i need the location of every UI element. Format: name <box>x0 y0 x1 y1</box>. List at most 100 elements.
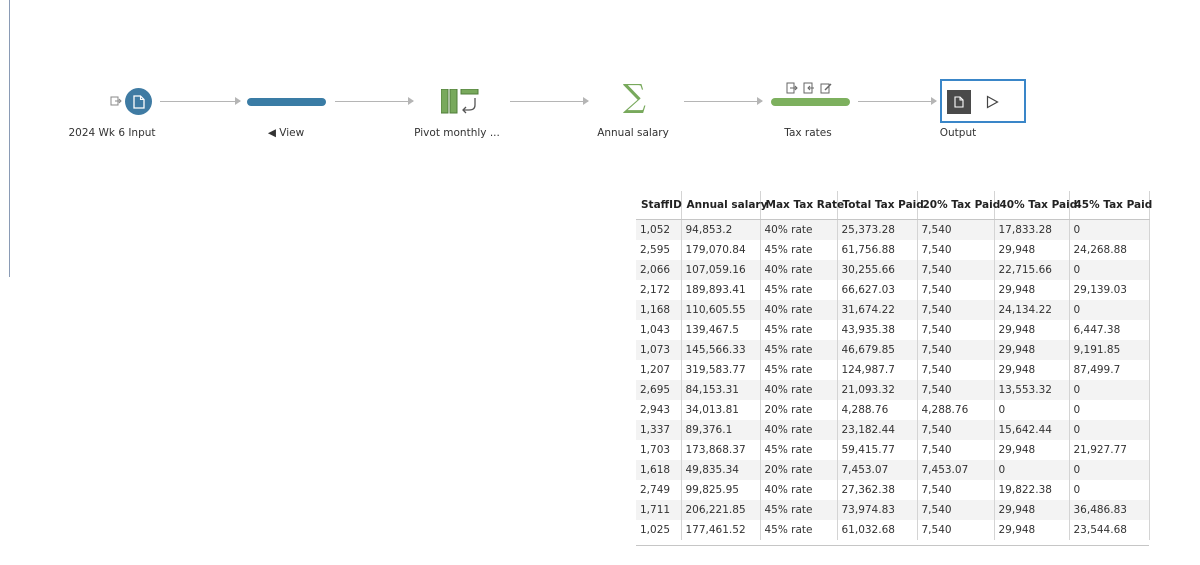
table-cell: 23,544.68 <box>1069 520 1150 540</box>
table-cell: 45% rate <box>760 340 838 360</box>
grid-header-row: StaffID Annual salary Max Tax Rate Total Ta… <box>636 191 1152 220</box>
table-cell: 49,835.34 <box>681 460 761 480</box>
table-cell: 7,453.07 <box>917 460 995 480</box>
table-cell: 13,553.32 <box>994 380 1070 400</box>
view-node[interactable] <box>247 98 326 106</box>
pivot-node-label: Pivot monthly ... <box>414 127 500 139</box>
table-cell: 1,207 <box>636 360 682 380</box>
table-cell: 2,749 <box>636 480 682 500</box>
table-cell: 29,948 <box>994 340 1070 360</box>
data-grid: StaffID Annual salary Max Tax Rate Total Ta… <box>636 191 1152 540</box>
table-cell: 7,540 <box>917 340 995 360</box>
connector-5 <box>858 97 937 105</box>
input-node-label: 2024 Wk 6 Input <box>68 127 156 139</box>
column-header[interactable]: StaffID <box>636 191 682 220</box>
table-cell: 7,540 <box>917 380 995 400</box>
column-header[interactable]: 20% Tax Paid <box>917 191 1000 220</box>
column-header[interactable]: Max Tax Rate <box>760 191 844 220</box>
table-cell: 45% rate <box>760 520 838 540</box>
table-cell: 21,927.77 <box>1069 440 1150 460</box>
table-cell: 110,605.55 <box>681 300 761 320</box>
table-cell: 45% rate <box>760 440 838 460</box>
table-cell: 0 <box>1069 380 1150 400</box>
table-cell: 0 <box>994 400 1070 420</box>
table-cell: 7,540 <box>917 240 995 260</box>
table-cell: 173,868.37 <box>681 440 761 460</box>
table-cell: 89,376.1 <box>681 420 761 440</box>
table-cell: 29,948 <box>994 320 1070 340</box>
table-cell: 7,540 <box>917 280 995 300</box>
table-cell: 40% rate <box>760 300 838 320</box>
table-row: 2,695 84,153.31 40% rate 21,093.32 7,540 13,5… <box>636 380 1150 400</box>
table-cell: 30,255.66 <box>837 260 918 280</box>
table-cell: 189,893.41 <box>681 280 761 300</box>
table-row: 1,618 49,835.34 20% rate 7,453.07 7,453.07 0 0 <box>636 460 1150 480</box>
table-cell: 179,070.84 <box>681 240 761 260</box>
table-cell: 0 <box>1069 219 1150 240</box>
table-cell: 1,337 <box>636 420 682 440</box>
table-cell: 34,013.81 <box>681 400 761 420</box>
table-cell: 23,182.44 <box>837 420 918 440</box>
pivot-icon[interactable] <box>441 89 479 115</box>
table-cell: 40% rate <box>760 480 838 500</box>
table-cell: 7,453.07 <box>837 460 918 480</box>
column-header[interactable]: Annual salary <box>681 191 767 220</box>
table-cell: 1,703 <box>636 440 682 460</box>
grid-bottom-border <box>636 545 1149 546</box>
table-row: 2,172 189,893.41 45% rate 66,627.03 7,540 29,… <box>636 280 1150 300</box>
table-cell: 43,935.38 <box>837 320 918 340</box>
table-cell: 20% rate <box>760 460 838 480</box>
connector-3 <box>510 97 589 105</box>
table-cell: 29,948 <box>994 280 1070 300</box>
table-cell: 19,822.38 <box>994 480 1070 500</box>
sigma-icon[interactable]: ∑ <box>623 80 646 112</box>
table-cell: 6,447.38 <box>1069 320 1150 340</box>
input-node[interactable] <box>125 88 152 115</box>
table-cell: 2,066 <box>636 260 682 280</box>
table-cell: 29,948 <box>994 440 1070 460</box>
table-cell: 4,288.76 <box>917 400 995 420</box>
table-row: 1,052 94,853.2 40% rate 25,373.28 7,540 17,83… <box>636 219 1150 240</box>
panel-divider <box>9 0 10 277</box>
column-header[interactable]: 45% Tax Paid <box>1069 191 1152 220</box>
table-cell: 1,043 <box>636 320 682 340</box>
table-cell: 2,943 <box>636 400 682 420</box>
view-node-label: ◀ View <box>267 127 305 139</box>
table-row: 2,749 99,825.95 40% rate 27,362.38 7,540 19,8… <box>636 480 1150 500</box>
tax-rates-node[interactable] <box>771 98 850 106</box>
table-cell: 27,362.38 <box>837 480 918 500</box>
table-row: 2,595 179,070.84 45% rate 61,756.88 7,540 29,… <box>636 240 1150 260</box>
table-cell: 139,467.5 <box>681 320 761 340</box>
input-connect-icon <box>110 96 122 106</box>
table-cell: 0 <box>1069 480 1150 500</box>
table-cell: 45% rate <box>760 240 838 260</box>
table-cell: 0 <box>1069 460 1150 480</box>
table-cell: 40% rate <box>760 420 838 440</box>
table-cell: 7,540 <box>917 500 995 520</box>
table-cell: 15,642.44 <box>994 420 1070 440</box>
aggregate-node-label: Annual salary <box>597 127 669 139</box>
table-cell: 2,172 <box>636 280 682 300</box>
table-cell: 29,948 <box>994 500 1070 520</box>
field-in-icon <box>786 82 798 94</box>
table-cell: 0 <box>1069 420 1150 440</box>
table-cell: 7,540 <box>917 219 995 240</box>
table-cell: 24,134.22 <box>994 300 1070 320</box>
table-cell: 319,583.77 <box>681 360 761 380</box>
table-cell: 87,499.7 <box>1069 360 1150 380</box>
table-cell: 31,674.22 <box>837 300 918 320</box>
table-cell: 36,486.83 <box>1069 500 1150 520</box>
table-cell: 45% rate <box>760 360 838 380</box>
table-row: 1,073 145,566.33 45% rate 46,679.85 7,540 29,… <box>636 340 1150 360</box>
table-cell: 0 <box>1069 260 1150 280</box>
edit-icon <box>820 83 832 94</box>
column-header[interactable]: 40% Tax Paid <box>994 191 1077 220</box>
table-cell: 7,540 <box>917 520 995 540</box>
column-header[interactable]: Total Tax Paid <box>837 191 924 220</box>
output-node[interactable] <box>940 79 1026 123</box>
run-flow-icon[interactable] <box>986 95 999 109</box>
output-document-icon <box>947 90 971 114</box>
table-cell: 24,268.88 <box>1069 240 1150 260</box>
table-cell: 9,191.85 <box>1069 340 1150 360</box>
table-cell: 17,833.28 <box>994 219 1070 240</box>
